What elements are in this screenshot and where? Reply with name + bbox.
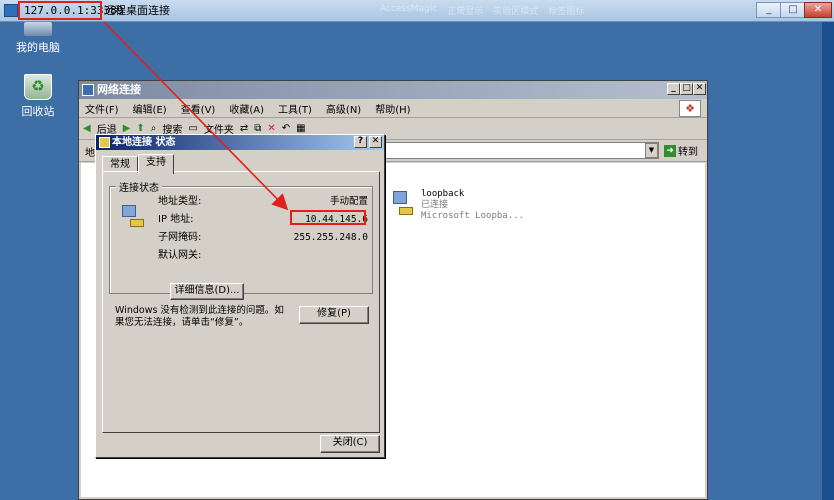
ip-highlight-box bbox=[290, 210, 366, 225]
up-folder-icon[interactable]: ⬆ bbox=[136, 123, 144, 134]
menu-favorites[interactable]: 收藏(A) bbox=[229, 101, 264, 116]
ghost-tab: 正常显示 bbox=[447, 7, 484, 17]
net-menubar: 文件(F) 编辑(E) 查看(V) 收藏(A) 工具(T) 高级(N) 帮助(H… bbox=[79, 99, 707, 118]
details-button[interactable]: 详细信息(D)... bbox=[170, 283, 244, 300]
maximize-button[interactable]: □ bbox=[780, 2, 806, 18]
help-button[interactable]: ? bbox=[354, 136, 367, 148]
net-window-titlebar: 网络连接 _ □ ✕ bbox=[79, 81, 707, 99]
go-button[interactable]: ➜ 转到 bbox=[664, 143, 698, 158]
connection-status-dialog: 本地连接 状态 ? ✕ 常规 支持 连接状态 地址类型: 手动配置 IP 地址:… bbox=[95, 134, 385, 458]
dialog-tabs: 常规 支持 bbox=[102, 154, 174, 174]
rdp-titlebar: 127.0.0.1:33389 远程桌面连接 AccessMagic 正常显示 … bbox=[0, 0, 834, 22]
address-highlight-box bbox=[18, 1, 102, 20]
copy-to-icon[interactable]: ⧉ bbox=[254, 123, 261, 134]
address-type-value: 手动配置 bbox=[329, 196, 368, 207]
repair-button[interactable]: 修复(P) bbox=[299, 306, 369, 324]
address-type-row: 地址类型: 手动配置 bbox=[158, 196, 368, 207]
rdp-ghost-toolbar: AccessMagic 正常显示 实验区模式 标签图标 bbox=[380, 4, 584, 18]
dialog-close-button[interactable]: ✕ bbox=[369, 136, 382, 148]
back-arrow-icon[interactable]: ◀ bbox=[83, 123, 91, 134]
desktop-icon-recycle-bin[interactable]: ♻ 回收站 bbox=[8, 74, 68, 119]
connection-name: loopback bbox=[421, 189, 465, 199]
recycle-bin-icon: ♻ bbox=[24, 74, 52, 100]
connection-status-group: 连接状态 地址类型: 手动配置 IP 地址: 10.44.145.6 子网掩码:… bbox=[109, 179, 373, 300]
net-window-title: 网络连接 bbox=[97, 83, 141, 96]
close-button[interactable]: ✕ bbox=[804, 2, 832, 18]
minimize-button[interactable]: _ bbox=[756, 2, 782, 18]
ghost-tab: 实验区模式 bbox=[493, 7, 539, 17]
undo-icon[interactable]: ↶ bbox=[282, 123, 290, 134]
search-icon: ⌕ bbox=[150, 123, 157, 134]
windows-logo-icon: ❖ bbox=[679, 100, 701, 117]
default-gateway-row: 默认网关: bbox=[158, 250, 202, 261]
ghost-tab: AccessMagic bbox=[380, 4, 438, 14]
desktop-icon-label: 回收站 bbox=[21, 105, 55, 118]
address-input[interactable] bbox=[384, 142, 659, 159]
menu-tools[interactable]: 工具(T) bbox=[278, 101, 312, 116]
connection-status: 已连接 bbox=[421, 200, 449, 210]
connection-device: Microsoft Loopba... bbox=[421, 211, 524, 221]
close-dialog-button[interactable]: 关闭(C) bbox=[320, 435, 380, 453]
net-close-button[interactable]: ✕ bbox=[693, 83, 706, 95]
views-icon[interactable]: ▦ bbox=[296, 123, 305, 134]
menu-advanced[interactable]: 高级(N) bbox=[326, 101, 361, 116]
connection-icon bbox=[99, 137, 110, 148]
desktop-edge bbox=[822, 22, 834, 500]
chevron-down-icon[interactable]: ▼ bbox=[645, 143, 658, 158]
diagnostic-message: Windows 没有检测到此连接的问题。如果您无法连接，请单击“修复”。 bbox=[115, 305, 284, 328]
delete-icon[interactable]: ✕ bbox=[267, 123, 275, 134]
menu-edit[interactable]: 编辑(E) bbox=[133, 101, 167, 116]
net-maximize-button[interactable]: □ bbox=[680, 83, 693, 95]
desktop-icon-label: 我的电脑 bbox=[16, 41, 60, 54]
status-dialog-title: 本地连接 状态 bbox=[112, 137, 176, 148]
status-dialog-titlebar: 本地连接 状态 ? ✕ bbox=[96, 135, 384, 150]
subnet-mask-row: 子网掩码: 255.255.248.0 bbox=[158, 232, 368, 243]
menu-file[interactable]: 文件(F) bbox=[85, 101, 119, 116]
address-label: 地 bbox=[85, 148, 95, 159]
group-label: 连接状态 bbox=[116, 179, 162, 194]
go-label: 转到 bbox=[678, 147, 698, 158]
computer-icon bbox=[24, 22, 52, 36]
subnet-mask-value: 255.255.248.0 bbox=[293, 232, 368, 243]
tab-support[interactable]: 支持 bbox=[138, 154, 174, 174]
network-connection-icon bbox=[387, 191, 415, 219]
folder-icon: ▭ bbox=[188, 123, 198, 134]
rdp-app-icon bbox=[4, 4, 18, 17]
desktop-icon-my-computer[interactable]: 我的电脑 bbox=[8, 22, 68, 55]
menu-help[interactable]: 帮助(H) bbox=[375, 101, 410, 116]
forward-arrow-icon[interactable]: ▶ bbox=[123, 123, 131, 134]
ghost-tab: 标签图标 bbox=[548, 7, 585, 17]
rdp-window-title: 远程桌面连接 bbox=[104, 4, 170, 17]
go-arrow-icon: ➜ bbox=[664, 144, 676, 157]
menu-view[interactable]: 查看(V) bbox=[181, 101, 216, 116]
network-computers-icon bbox=[122, 205, 146, 229]
network-folder-icon bbox=[82, 84, 94, 96]
net-minimize-button[interactable]: _ bbox=[667, 83, 680, 95]
move-to-icon[interactable]: ⇄ bbox=[240, 123, 248, 134]
